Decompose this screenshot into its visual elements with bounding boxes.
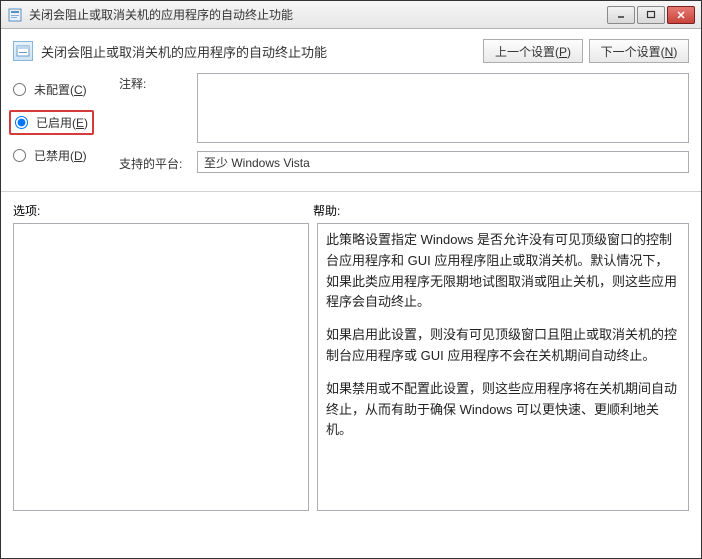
close-button[interactable] bbox=[667, 6, 695, 24]
prev-setting-button[interactable]: 上一个设置(P) bbox=[483, 39, 583, 63]
comment-label: 注释: bbox=[119, 73, 185, 92]
fields-column: 注释: 支持的平台: bbox=[119, 73, 689, 181]
prev-setting-label: 上一个设置(P) bbox=[495, 43, 571, 60]
app-icon bbox=[7, 7, 23, 23]
next-setting-button[interactable]: 下一个设置(N) bbox=[589, 39, 689, 63]
comment-textarea[interactable] bbox=[197, 73, 689, 143]
divider bbox=[1, 191, 701, 192]
maximize-button[interactable] bbox=[637, 6, 665, 24]
radio-disabled[interactable]: 已禁用(D) bbox=[13, 147, 109, 164]
radio-enabled[interactable]: 已启用(E) bbox=[15, 114, 88, 131]
policy-icon bbox=[13, 41, 33, 61]
help-paragraph: 如果启用此设置，则没有可见顶级窗口且阻止或取消关机的控制台应用程序或 GUI 应… bbox=[326, 325, 680, 367]
header-row: 关闭会阻止或取消关机的应用程序的自动终止功能 上一个设置(P) 下一个设置(N) bbox=[1, 29, 701, 69]
options-label: 选项: bbox=[13, 202, 313, 219]
radio-enabled-label: 已启用(E) bbox=[36, 114, 88, 131]
lower-section: 此策略设置指定 Windows 是否允许没有可见顶级窗口的控制台应用程序和 GU… bbox=[1, 223, 701, 521]
window-titlebar: 关闭会阻止或取消关机的应用程序的自动终止功能 bbox=[1, 1, 701, 29]
help-label: 帮助: bbox=[313, 202, 689, 219]
help-paragraph: 如果禁用或不配置此设置，则这些应用程序将在关机期间自动终止，从而有助于确保 Wi… bbox=[326, 379, 680, 441]
policy-title: 关闭会阻止或取消关机的应用程序的自动终止功能 bbox=[41, 42, 475, 61]
help-box[interactable]: 此策略设置指定 Windows 是否允许没有可见顶级窗口的控制台应用程序和 GU… bbox=[317, 223, 689, 511]
radio-not-configured-input[interactable] bbox=[13, 83, 26, 96]
platform-input bbox=[197, 151, 689, 173]
radio-not-configured[interactable]: 未配置(C) bbox=[13, 81, 109, 98]
radio-column: 未配置(C) 已启用(E) 已禁用(D) bbox=[13, 73, 109, 181]
radio-enabled-highlight: 已启用(E) bbox=[9, 110, 94, 135]
section-labels: 选项: 帮助: bbox=[1, 198, 701, 223]
next-setting-label: 下一个设置(N) bbox=[601, 43, 678, 60]
radio-enabled-input[interactable] bbox=[15, 116, 28, 129]
radio-disabled-input[interactable] bbox=[13, 149, 26, 162]
radio-not-configured-label: 未配置(C) bbox=[34, 81, 87, 98]
platform-label: 支持的平台: bbox=[119, 153, 185, 172]
radio-disabled-label: 已禁用(D) bbox=[34, 147, 87, 164]
minimize-button[interactable] bbox=[607, 6, 635, 24]
options-box[interactable] bbox=[13, 223, 309, 511]
window-title: 关闭会阻止或取消关机的应用程序的自动终止功能 bbox=[29, 6, 607, 23]
window-controls bbox=[607, 6, 695, 24]
help-paragraph: 此策略设置指定 Windows 是否允许没有可见顶级窗口的控制台应用程序和 GU… bbox=[326, 230, 680, 313]
upper-section: 未配置(C) 已启用(E) 已禁用(D) 注释: 支持的平台: bbox=[1, 69, 701, 189]
